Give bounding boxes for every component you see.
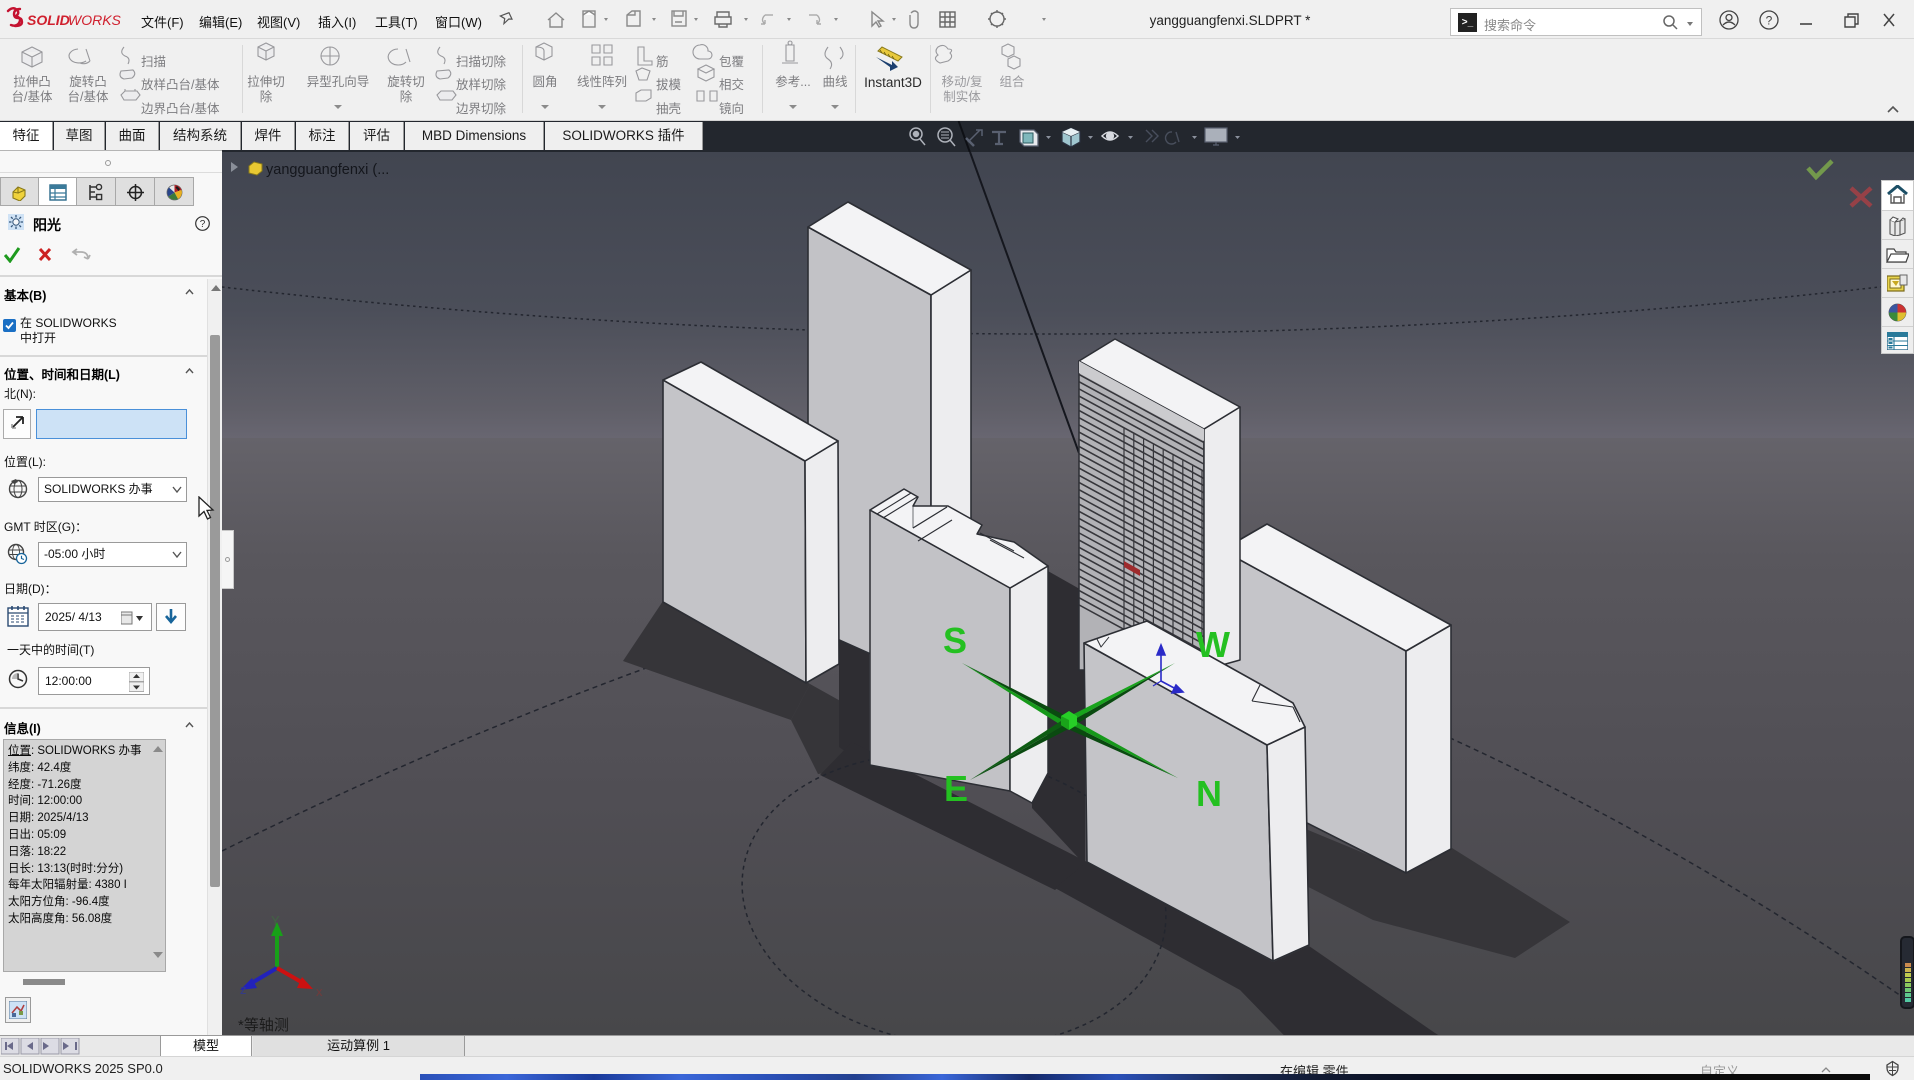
svg-text:?: ?	[1766, 14, 1773, 28]
svg-text:S: S	[943, 620, 967, 661]
svg-text:N: N	[1196, 773, 1222, 814]
svg-text:E: E	[944, 768, 968, 809]
svg-text:z: z	[240, 982, 247, 997]
svg-text:?: ?	[200, 219, 206, 230]
svg-text:yangguangfenxi (...: yangguangfenxi (...	[266, 162, 389, 178]
svg-text:SOLID: SOLID	[27, 12, 70, 28]
svg-text:WORKS: WORKS	[68, 12, 122, 28]
svg-text:W: W	[1196, 624, 1230, 665]
svg-text:Y: Y	[271, 913, 280, 928]
svg-text:x: x	[316, 984, 323, 999]
svg-text:*等轴测: *等轴测	[238, 1016, 289, 1034]
